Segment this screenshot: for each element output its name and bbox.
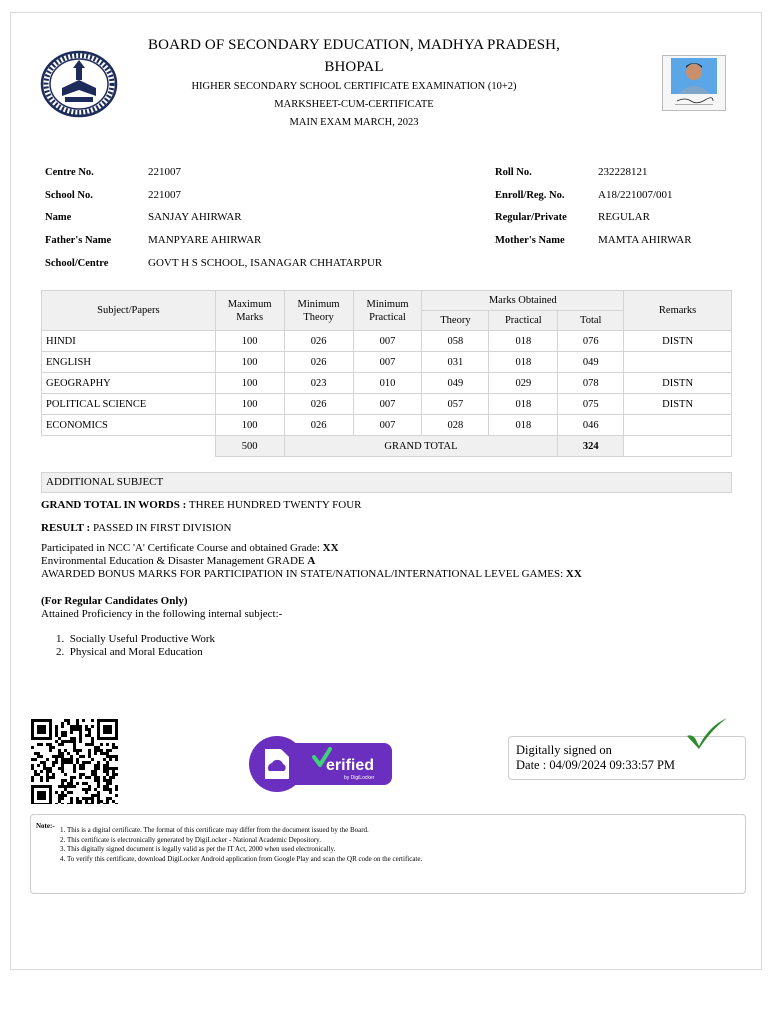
school-centre-value: GOVT H S SCHOOL, ISANAGAR CHHATARPUR [148,257,383,269]
header-min-practical: Minimum Practical [352,290,423,331]
board-city: BHOPAL [324,59,384,75]
grand-total-max: 500 [214,435,285,457]
qr-code-icon [30,718,118,804]
header-marks-obtained: Marks Obtained [421,290,625,311]
green-check-icon [687,718,727,749]
document-header: BOARD OF SECONDARY EDUCATION, MADHYA PRA… [0,34,708,132]
verified-subtext: by DigiLocker [344,775,375,781]
header-total: Total [557,310,625,331]
digilocker-verified-badge: erified by DigiLocker [249,736,392,792]
exam-session: MAIN EXAM MARCH, 2023 [289,117,419,128]
father-value: MANPYARE AHIRWAR [148,234,262,246]
result: RESULT : PASSED IN FIRST DIVISION [41,522,232,534]
signed-date: Date : 04/09/2024 09:33:57 PM [516,758,676,772]
header-max-marks: Maximum Marks [214,290,285,331]
table-row: POLITICAL SCIENCE 100 026 007 057 018 07… [41,393,732,415]
internal-subject-2: 2. Physical and Moral Education [56,646,203,658]
header-remarks: Remarks [623,290,732,331]
grand-total-label: GRAND TOTAL [283,435,559,457]
roll-value: 232228121 [598,166,648,178]
father-label: Father's Name [45,235,112,246]
table-row: HINDI 100 026 007 058 018 076 DISTN [41,330,732,352]
roll-label: Roll No. [495,167,532,178]
centre-value: 221007 [148,166,181,178]
centre-label: Centre No. [45,167,94,178]
board-name: BOARD OF SECONDARY EDUCATION, MADHYA PRA… [148,37,560,53]
name-label: Name [45,212,72,223]
marks-table: Subject/Papers Maximum Marks Minimum Theor… [41,290,732,457]
ncc-line: Participated in NCC 'A' Certificate Cour… [41,542,339,554]
school-centre-label: School/Centre [45,258,109,269]
grand-total-words: GRAND TOTAL IN WORDS : THREE HUNDRED TWE… [41,499,362,511]
note-list: This is a digital certificate. The forma… [49,826,422,864]
header-subject: Subject/Papers [41,290,216,331]
proficiency-text: Attained Proficiency in the following in… [41,608,283,620]
table-row: GEOGRAPHY 100 023 010 049 029 078 DISTN [41,372,732,394]
note-item: To verify this certificate, download Dig… [67,855,422,865]
table-row: ENGLISH 100 026 007 031 018 049 [41,351,732,373]
verified-text: erified [326,757,374,774]
note-box: Note:- This is a digital certificate. Th… [30,814,746,894]
env-line: Environmental Education & Disaster Manag… [41,555,316,567]
school-label: School No. [45,190,93,201]
enroll-label: Enroll/Reg. No. [495,190,565,201]
additional-subject-bar: ADDITIONAL SUBJECT [41,472,732,493]
internal-subject-1: 1. Socially Useful Productive Work [56,633,216,645]
name-value: SANJAY AHIRWAR [148,211,242,223]
regular-value: REGULAR [598,211,650,223]
school-value: 221007 [148,189,181,201]
note-item: This digitally signed document is legall… [67,845,422,855]
header-practical: Practical [488,310,559,331]
regular-label: Regular/Private [495,212,567,223]
header-min-theory: Minimum Theory [283,290,354,331]
header-theory: Theory [421,310,490,331]
mother-value: MAMTA AHIRWAR [598,234,692,246]
note-item: This certificate is electronically gener… [67,836,422,846]
table-row: ECONOMICS 100 026 007 028 018 046 [41,414,732,436]
note-item: This is a digital certificate. The forma… [67,826,422,836]
document-type: MARKSHEET-CUM-CERTIFICATE [274,99,434,110]
grand-total-value: 324 [557,435,625,457]
exam-title: HIGHER SECONDARY SCHOOL CERTIFICATE EXAM… [191,81,517,92]
mother-label: Mother's Name [495,235,565,246]
candidate-photo [662,55,726,111]
grand-total-row: 500 GRAND TOTAL 324 [42,435,732,457]
regular-candidates-heading: (For Regular Candidates Only) [41,595,188,607]
enroll-value: A18/221007/001 [598,189,673,201]
bonus-line: AWARDED BONUS MARKS FOR PARTICIPATION IN… [41,568,582,580]
